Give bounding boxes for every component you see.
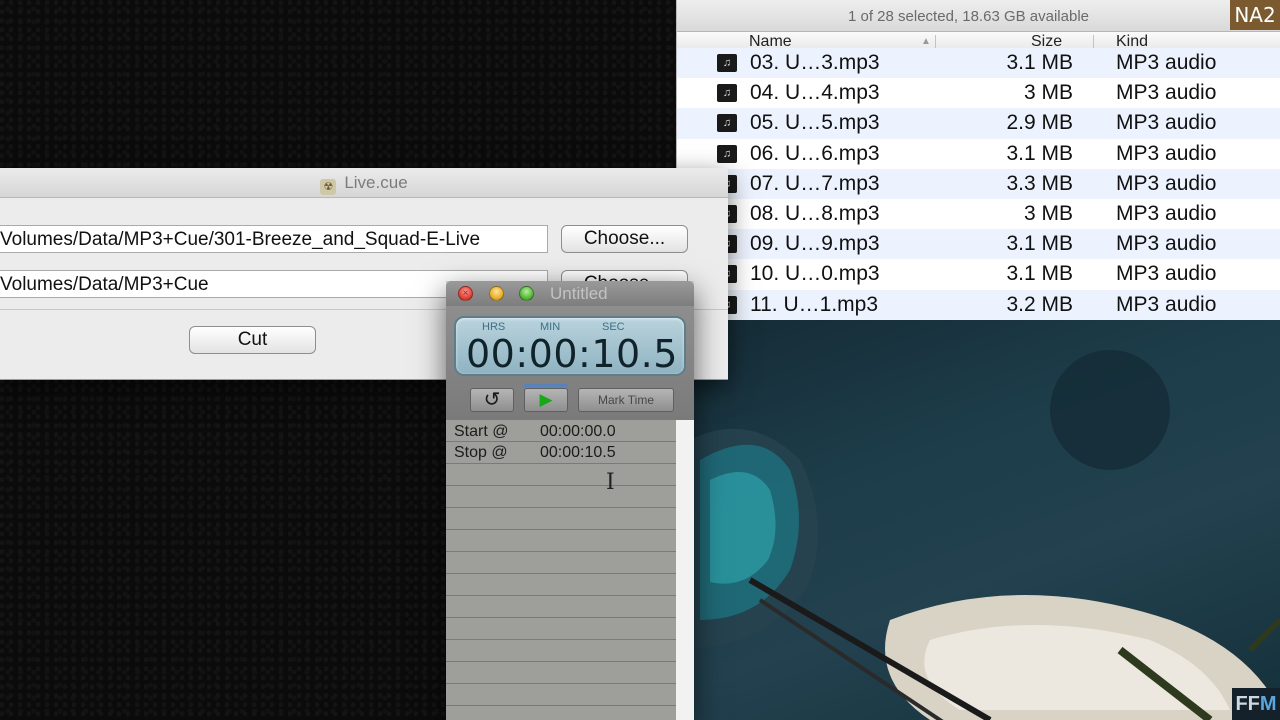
file-name: 10. U…0.mp3 (750, 262, 880, 286)
stopwatch-title: Untitled (550, 284, 608, 303)
file-kind: MP3 audio (1116, 201, 1217, 225)
log-label: Start @ (454, 423, 509, 440)
log-row-stop: Stop @ 00:00:10.5 (454, 444, 616, 462)
channel-watermark-bottom: FFM (1232, 688, 1280, 720)
file-name: 11. U…1.mp3 (750, 292, 878, 316)
file-size: 3.2 MB (1006, 292, 1073, 316)
zoom-window-button[interactable] (519, 286, 534, 301)
stopwatch-titlebar[interactable]: × Untitled (446, 281, 694, 306)
reset-button[interactable]: ↺ (470, 388, 514, 412)
file-name: 04. U…4.mp3 (750, 81, 880, 105)
file-kind: MP3 audio (1116, 292, 1217, 316)
sort-ascending-icon: ▲ (921, 36, 931, 47)
file-row[interactable]: ♫09. U…9.mp33.1 MBMP3 audio (677, 229, 1280, 260)
file-kind: MP3 audio (1116, 51, 1217, 74)
file-size: 3.3 MB (1006, 171, 1073, 195)
file-name: 09. U…9.mp3 (750, 232, 880, 256)
elapsed-time: 00:00:10.5 (466, 332, 678, 376)
cue-window-title: Live.cue (344, 173, 408, 192)
file-size: 2.9 MB (1006, 111, 1073, 135)
source-path-field[interactable]: Volumes/Data/MP3+Cue/301-Breeze_and_Squa… (0, 225, 548, 253)
reset-icon: ↺ (483, 389, 501, 411)
close-icon: × (462, 288, 469, 299)
file-kind: MP3 audio (1116, 81, 1217, 105)
minimize-window-button[interactable] (489, 286, 504, 301)
file-name: 07. U…7.mp3 (750, 171, 880, 195)
file-kind: MP3 audio (1116, 262, 1217, 286)
file-kind: MP3 audio (1116, 232, 1217, 256)
time-log-list[interactable]: Start @ 00:00:00.0 Stop @ 00:00:10.5 (446, 420, 676, 720)
mark-time-button[interactable]: Mark Time (578, 388, 674, 412)
file-row[interactable]: ♫ 05. U…5.mp3 2.9 MB MP3 audio (677, 108, 1280, 139)
file-size: 3.1 MB (1006, 51, 1073, 74)
log-scroll-gutter (676, 420, 694, 720)
file-size: 3.1 MB (1006, 262, 1073, 286)
log-row-start: Start @ 00:00:00.0 (454, 423, 616, 441)
file-size: 3 MB (1023, 81, 1073, 105)
stopwatch-controls: HRS MIN SEC 00:00:10.5 ↺ ▶ Mark Time (446, 306, 694, 420)
column-separator[interactable] (935, 35, 936, 49)
play-icon: ▶ (539, 390, 553, 409)
file-row[interactable]: ♫11. U…1.mp33.2 MBMP3 audio (677, 289, 1280, 320)
music-file-icon: ♫ (717, 144, 737, 163)
document-proxy-icon[interactable]: ☢ (320, 179, 337, 195)
file-name: 06. U…6.mp3 (750, 141, 880, 165)
file-size: 3.1 MB (1006, 141, 1073, 165)
stopwatch-window: × Untitled HRS MIN SEC 00:00:10.5 ↺ ▶ Ma… (446, 281, 694, 720)
finder-status-bar: 1 of 28 selected, 18.63 GB available (677, 0, 1280, 32)
file-name: 05. U…5.mp3 (750, 111, 880, 135)
file-name: 03. U…3.mp3 (750, 51, 880, 74)
music-file-icon: ♫ (717, 84, 737, 103)
file-kind: MP3 audio (1116, 141, 1217, 165)
finder-window: 1 of 28 selected, 18.63 GB available Nam… (676, 0, 1280, 320)
cue-window-titlebar[interactable]: ☢ Live.cue (0, 168, 728, 198)
text-cursor-icon: I (606, 470, 615, 495)
finder-file-list: ♫ 03. U…3.mp3 3.1 MB MP3 audio ♫ 04. U…4.mp3… (677, 48, 1280, 320)
choose-source-button[interactable]: Choose... (561, 225, 688, 253)
wallpaper-image (690, 320, 1280, 720)
file-row[interactable]: ♫08. U…8.mp33 MBMP3 audio (677, 199, 1280, 229)
file-row[interactable]: ♫ 06. U…6.mp3 3.1 MB MP3 audio (677, 139, 1280, 169)
file-row[interactable]: ♫ 03. U…3.mp3 3.1 MB MP3 audio (677, 48, 1280, 79)
time-display: HRS MIN SEC 00:00:10.5 (454, 316, 686, 376)
file-size: 3 MB (1023, 201, 1073, 225)
cut-button[interactable]: Cut (189, 326, 316, 354)
file-kind: MP3 audio (1116, 111, 1217, 135)
file-row[interactable]: ♫10. U…0.mp33.1 MBMP3 audio (677, 259, 1280, 289)
column-separator[interactable] (1093, 35, 1094, 49)
music-file-icon: ♫ (717, 54, 737, 72)
file-kind: MP3 audio (1116, 171, 1217, 195)
log-label: Stop @ (454, 444, 508, 461)
log-value: 00:00:00.0 (540, 423, 616, 440)
file-name: 08. U…8.mp3 (750, 201, 880, 225)
watermark-prefix: FF (1235, 693, 1260, 715)
file-row[interactable]: ♫ 04. U…4.mp3 3 MB MP3 audio (677, 78, 1280, 108)
close-window-button[interactable]: × (458, 286, 473, 301)
file-size: 3.1 MB (1006, 232, 1073, 256)
start-stop-button[interactable]: ▶ (524, 388, 568, 412)
music-file-icon: ♫ (717, 114, 737, 133)
watermark-suffix: M (1259, 693, 1277, 715)
file-row[interactable]: ♫07. U…7.mp33.3 MBMP3 audio (677, 168, 1280, 199)
running-indicator (524, 384, 568, 387)
channel-watermark-top: NA2 (1230, 0, 1280, 30)
log-value: 00:00:10.5 (540, 444, 616, 461)
